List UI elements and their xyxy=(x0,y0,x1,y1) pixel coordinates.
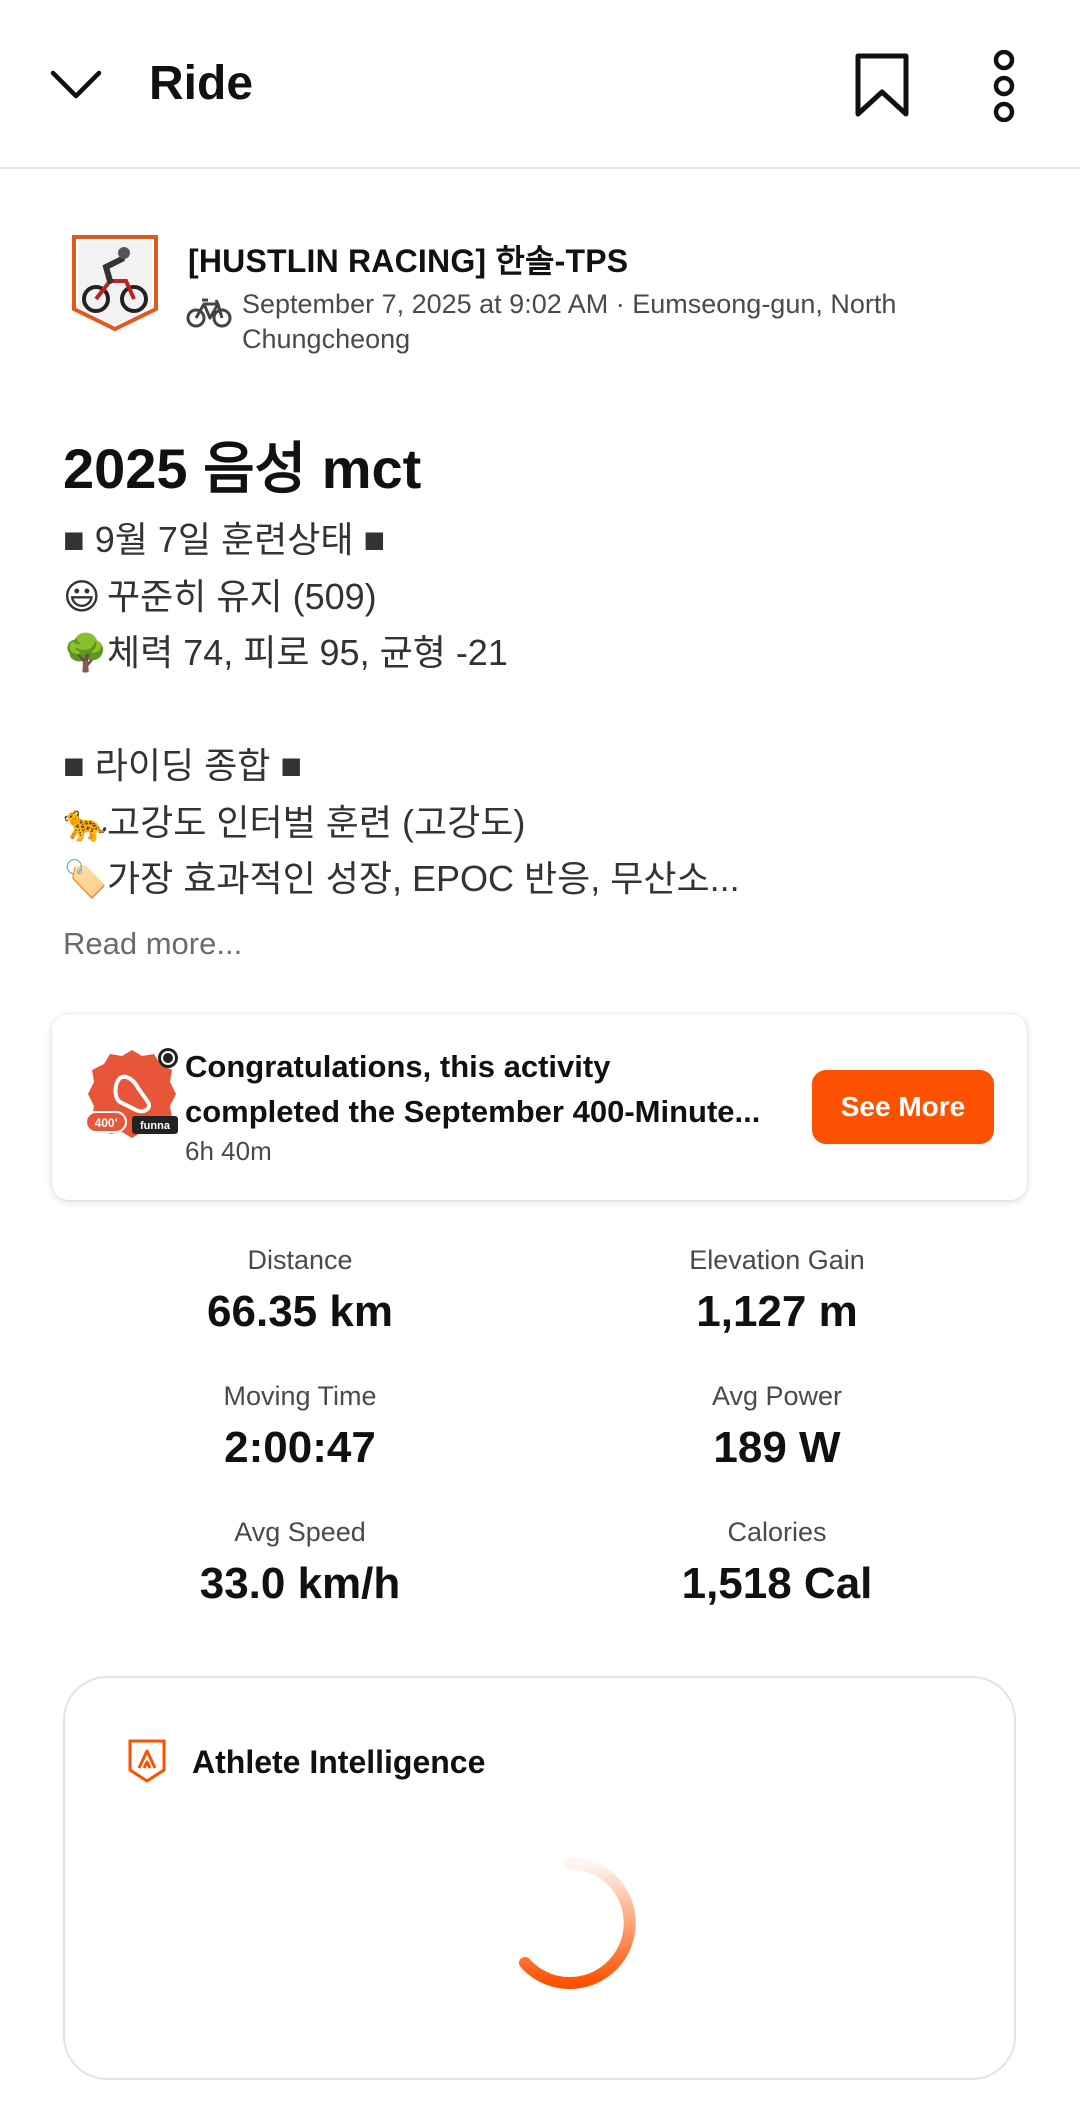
vertical-ellipsis-icon[interactable] xyxy=(984,49,1024,123)
description-line: ■ 9월 7일 훈련상태 ■ xyxy=(63,512,1003,569)
description-line: 🐆고강도 인터벌 훈련 (고강도) xyxy=(63,795,1003,852)
chevron-down-icon[interactable] xyxy=(44,58,108,112)
bike-icon xyxy=(186,294,232,330)
stat-calories: Calories 1,518 Cal xyxy=(557,1517,997,1609)
description-line: ■ 라이딩 종합 ■ xyxy=(63,738,1003,795)
svg-text:funna: funna xyxy=(140,1120,171,1132)
description-text: ■ 9월 7일 훈련상태 ■ xyxy=(63,519,386,560)
stat-elevation-gain: Elevation Gain 1,127 m xyxy=(557,1245,997,1337)
stat-moving-time: Moving Time 2:00:47 xyxy=(80,1381,520,1473)
stat-avg-speed: Avg Speed 33.0 km/h xyxy=(80,1517,520,1609)
stat-value: 189 W xyxy=(713,1423,841,1472)
description-text: 가장 효과적인 성장, EPOC 반응, 무산소... xyxy=(107,858,740,899)
stat-label: Elevation Gain xyxy=(689,1245,865,1275)
stat-value: 66.35 km xyxy=(207,1287,393,1336)
description-blank-line xyxy=(63,682,1003,739)
stat-label: Avg Power xyxy=(711,1381,843,1411)
leopard-emoji: 🐆 xyxy=(63,801,108,843)
stat-value: 1,127 m xyxy=(696,1287,858,1336)
stat-value: 1,518 Cal xyxy=(681,1559,873,1608)
read-more-link[interactable]: Read more... xyxy=(63,926,242,962)
svg-text:400': 400' xyxy=(95,1116,118,1130)
challenge-card[interactable]: 400' funna Congratulations, this activit… xyxy=(52,1014,1027,1200)
description-text: ■ 라이딩 종합 ■ xyxy=(63,745,303,786)
stat-label: Calories xyxy=(727,1517,827,1547)
activity-date-location: September 7, 2025 at 9:02 AM · Eumseong-… xyxy=(242,289,897,354)
stat-label: Moving Time xyxy=(223,1381,377,1411)
description-line: 🏷️가장 효과적인 성장, EPOC 반응, 무산소... xyxy=(63,851,1003,908)
stat-distance: Distance 66.35 km xyxy=(80,1245,520,1337)
description-line: 😃 꾸준히 유지 (509) xyxy=(63,569,1003,626)
tag-emoji: 🏷️ xyxy=(63,858,108,899)
stat-label: Distance xyxy=(247,1245,353,1275)
bookmark-icon[interactable] xyxy=(852,52,912,118)
description-text: 고강도 인터벌 훈련 (고강도) xyxy=(107,801,526,843)
challenge-message: Congratulations, this activity completed… xyxy=(185,1044,785,1134)
top-bar: Ride xyxy=(0,0,1080,169)
description-text: 꾸준히 유지 (509) xyxy=(107,575,377,617)
athlete-intelligence-card[interactable]: Athlete Intelligence xyxy=(63,1676,1016,2080)
challenge-time: 6h 40m xyxy=(185,1136,272,1166)
challenge-line-2: completed the September 400-Minute... xyxy=(185,1094,761,1129)
stat-value: 2:00:47 xyxy=(224,1423,376,1472)
challenge-line-1: Congratulations, this activity xyxy=(185,1049,611,1084)
see-more-button[interactable]: See More xyxy=(812,1070,994,1144)
activity-title: 2025 음성 mct xyxy=(63,437,422,500)
challenge-badge-icon: 400' funna xyxy=(82,1044,182,1154)
strava-logo-icon xyxy=(127,1738,167,1784)
smiley-emoji: 😃 xyxy=(63,575,101,617)
description-text: 체력 74, 피로 95, 균형 -21 xyxy=(107,632,508,673)
loading-spinner-icon xyxy=(495,1848,645,1998)
athlete-name[interactable]: [HUSTLIN RACING] 한솔-TPS xyxy=(188,236,628,282)
athlete-intelligence-title: Athlete Intelligence xyxy=(192,1744,486,1780)
page-title: Ride xyxy=(149,57,254,110)
stat-avg-power: Avg Power 189 W xyxy=(557,1381,997,1473)
tree-emoji: 🌳 xyxy=(63,632,108,673)
athlete-avatar[interactable] xyxy=(70,233,160,333)
activity-description: ■ 9월 7일 훈련상태 ■ 😃 꾸준히 유지 (509) 🌳체력 74, 피로 … xyxy=(63,512,1003,908)
stat-value: 33.0 km/h xyxy=(199,1559,401,1608)
stat-label: Avg Speed xyxy=(234,1517,366,1547)
description-line: 🌳체력 74, 피로 95, 균형 -21 xyxy=(63,625,1003,682)
